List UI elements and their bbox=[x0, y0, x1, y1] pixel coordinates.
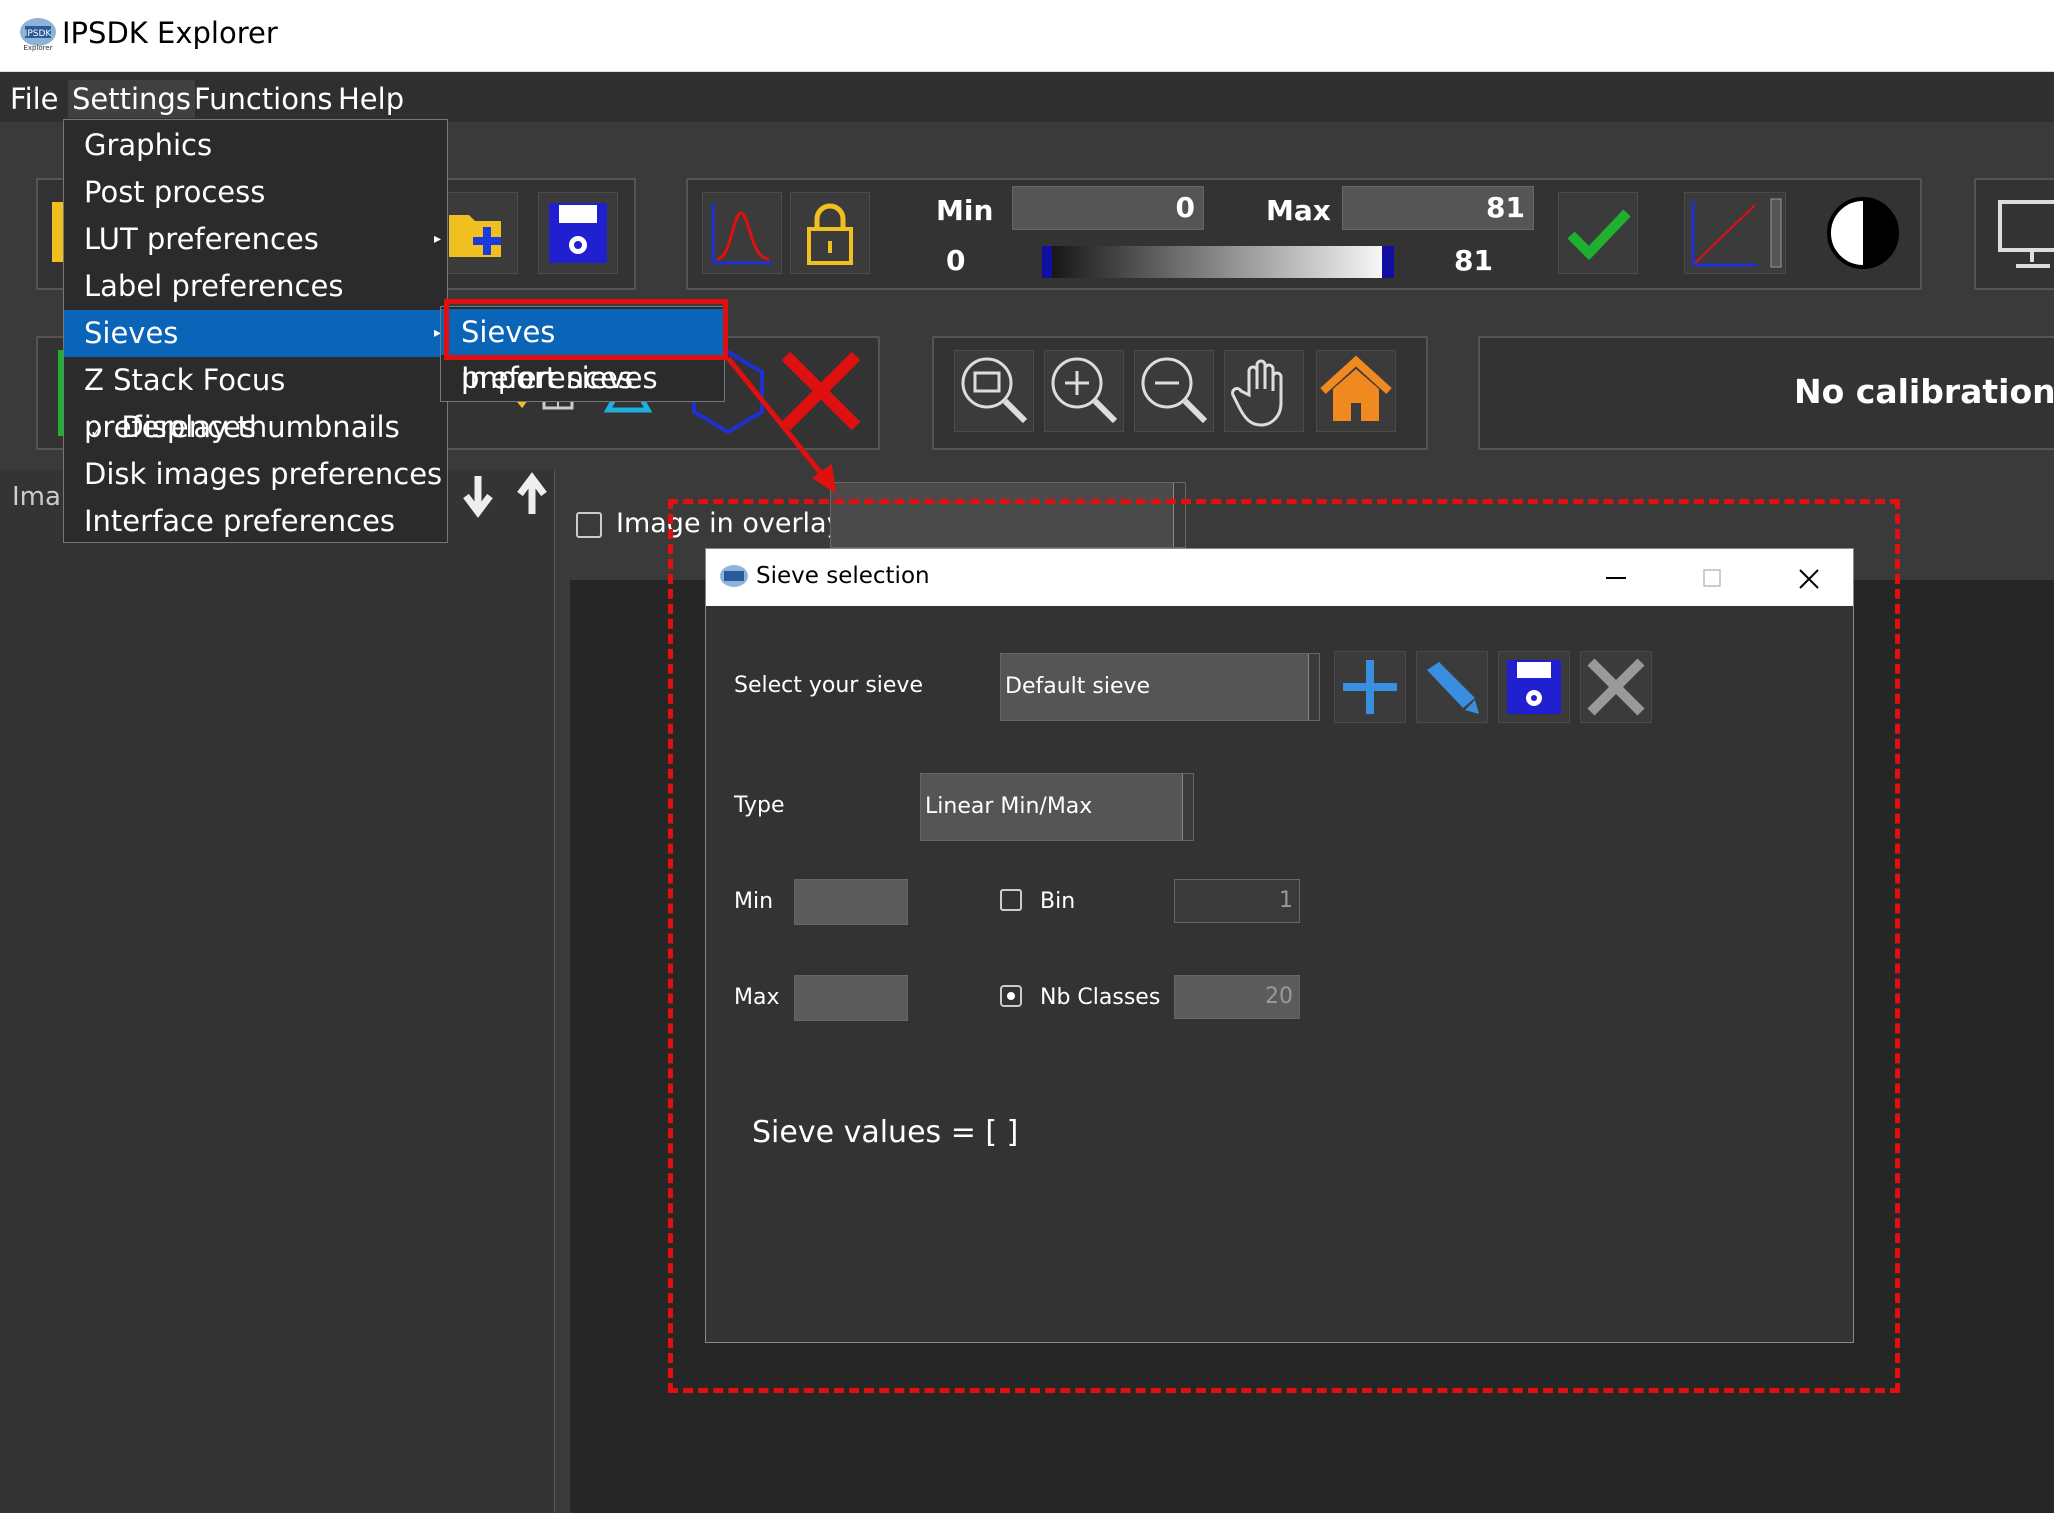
floppy-save-icon bbox=[549, 203, 607, 263]
app-title: IPSDK Explorer bbox=[62, 16, 278, 50]
menu-bar: File Settings Functions Help bbox=[0, 72, 2054, 122]
zoom-out-icon bbox=[1141, 357, 1208, 424]
submenu-item-import-sieves[interactable]: Import sieves bbox=[441, 355, 724, 401]
lut-max-label: Max bbox=[1266, 194, 1331, 227]
zoom-fit-icon bbox=[961, 357, 1028, 424]
lut-max-field[interactable]: 81 bbox=[1342, 186, 1534, 230]
overlay-checkbox[interactable] bbox=[576, 512, 602, 538]
zoom-fit-button[interactable] bbox=[954, 350, 1034, 432]
menu-help[interactable]: Help bbox=[334, 80, 408, 118]
hand-icon bbox=[1231, 359, 1283, 427]
menu-item-interface-preferences[interactable]: Interface preferences bbox=[64, 498, 447, 545]
monitor-icon[interactable] bbox=[1996, 196, 2054, 276]
histogram-icon bbox=[711, 203, 773, 265]
title-bar: IPSDK Explorer IPSDK Explorer bbox=[0, 0, 2054, 72]
app-logo-icon: IPSDK Explorer bbox=[20, 18, 56, 52]
lut-range-min: 0 bbox=[946, 244, 966, 277]
zoom-in-icon bbox=[1051, 357, 1118, 424]
settings-dropdown-menu: Graphics Post process LUT preferences ▸ L… bbox=[63, 119, 448, 543]
open-folder-button[interactable] bbox=[438, 192, 518, 274]
images-panel-label: Ima bbox=[12, 482, 61, 512]
submenu-arrow-icon: ▸ bbox=[433, 231, 441, 247]
menu-item-lut-preferences[interactable]: LUT preferences ▸ bbox=[64, 216, 447, 263]
svg-text:Explorer: Explorer bbox=[23, 44, 52, 52]
home-button[interactable] bbox=[1316, 350, 1396, 432]
menu-item-display-thumbnails[interactable]: ✓ Display thumbnails bbox=[64, 404, 447, 451]
menu-file[interactable]: File bbox=[6, 80, 63, 118]
slider-max-handle[interactable] bbox=[1382, 246, 1394, 278]
display-toolbar bbox=[1974, 178, 2054, 290]
slider-min-handle[interactable] bbox=[1042, 246, 1052, 278]
menu-item-sieves[interactable]: Sieves ▸ bbox=[64, 310, 447, 357]
zoom-in-button[interactable] bbox=[1044, 350, 1124, 432]
contrast-icon bbox=[1827, 197, 1899, 269]
images-panel: Ima bbox=[0, 470, 555, 1513]
checkmark-icon bbox=[1567, 209, 1631, 261]
dialog-highlight-frame bbox=[668, 499, 1900, 1393]
calibration-status: No calibration bbox=[1794, 372, 2054, 411]
pan-button[interactable] bbox=[1224, 350, 1304, 432]
zoom-out-button[interactable] bbox=[1134, 350, 1214, 432]
menu-item-post-process[interactable]: Post process bbox=[64, 169, 447, 216]
save-button[interactable] bbox=[538, 192, 618, 274]
annotation-arrow-icon bbox=[726, 356, 836, 494]
folder-add-icon bbox=[449, 215, 501, 257]
lut-toolbar: Min 0 Max 81 0 81 bbox=[686, 178, 1922, 290]
menu-item-disk-images[interactable]: Disk images preferences bbox=[64, 451, 447, 498]
contrast-button[interactable] bbox=[1826, 196, 1900, 270]
menu-settings[interactable]: Settings bbox=[68, 80, 195, 118]
histogram-button[interactable] bbox=[702, 192, 782, 274]
zoom-toolbar bbox=[932, 336, 1428, 450]
lut-range-max: 81 bbox=[1454, 244, 1493, 277]
lock-icon bbox=[807, 203, 853, 265]
calibration-panel: No calibration bbox=[1478, 336, 2054, 450]
menu-item-graphics[interactable]: Graphics bbox=[64, 122, 447, 169]
checkmark-icon: ✓ bbox=[90, 422, 104, 441]
menu-item-z-stack-focus[interactable]: Z Stack Focus preferences bbox=[64, 357, 447, 444]
svg-text:IPSDK: IPSDK bbox=[25, 29, 53, 39]
submenu-highlight-frame bbox=[444, 299, 728, 360]
move-down-icon[interactable] bbox=[458, 472, 498, 518]
move-up-icon[interactable] bbox=[512, 472, 552, 518]
curve-icon bbox=[1691, 198, 1782, 268]
lut-min-field[interactable]: 0 bbox=[1012, 186, 1204, 230]
lut-curve-button[interactable] bbox=[1684, 192, 1786, 274]
lock-button[interactable] bbox=[790, 192, 870, 274]
lut-gradient-slider[interactable] bbox=[1042, 246, 1394, 278]
apply-button[interactable] bbox=[1558, 192, 1638, 274]
menu-functions[interactable]: Functions bbox=[190, 80, 336, 118]
menu-item-label-preferences[interactable]: Label preferences bbox=[64, 263, 447, 310]
lut-min-label: Min bbox=[936, 194, 994, 227]
home-icon bbox=[1320, 355, 1392, 421]
